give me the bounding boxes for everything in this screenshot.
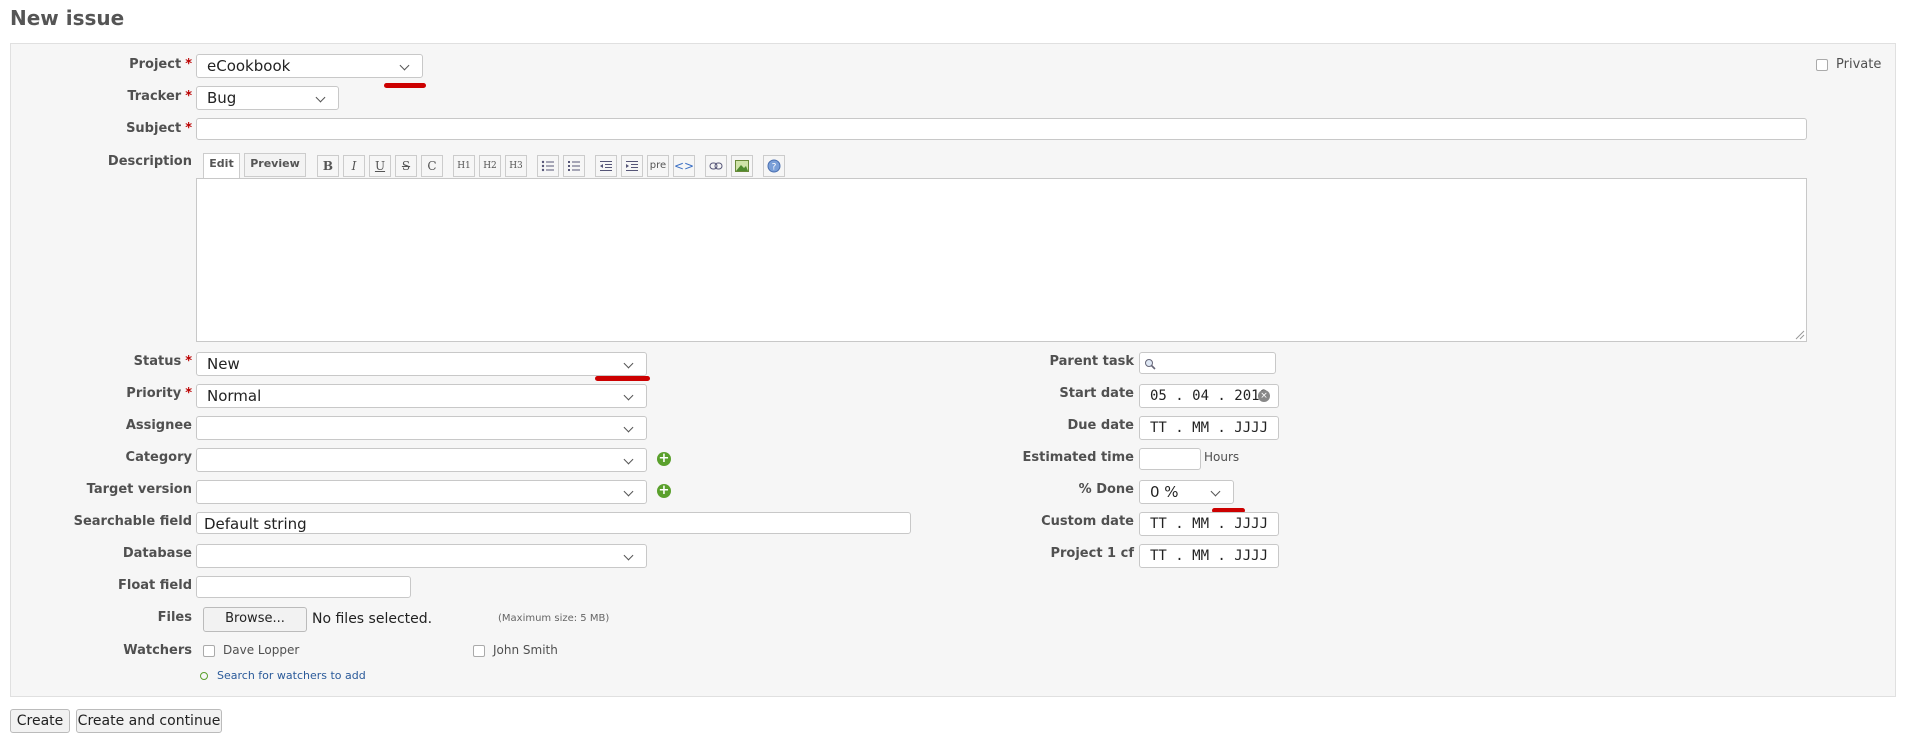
create-button[interactable]: Create [10, 709, 70, 733]
custom-date-input[interactable]: TT . MM . JJJJ [1139, 512, 1279, 536]
watcher-checkbox[interactable] [203, 645, 215, 657]
search-watchers-link[interactable]: Search for watchers to add [217, 669, 366, 682]
strikethrough-button[interactable]: S [395, 155, 417, 177]
indent-icon[interactable] [621, 155, 643, 177]
hours-unit: Hours [1204, 450, 1240, 464]
watcher-checkbox[interactable] [473, 645, 485, 657]
ordered-list-icon[interactable] [563, 155, 585, 177]
svg-text:?: ? [772, 163, 777, 173]
status-label: Status * [133, 354, 192, 369]
priority-label: Priority * [126, 386, 192, 401]
target-version-label: Target version [86, 482, 192, 497]
watcher-name: John Smith [493, 643, 558, 657]
create-and-continue-button[interactable]: Create and continue [76, 709, 222, 733]
tracker-label: Tracker * [127, 89, 192, 104]
image-icon[interactable] [731, 155, 753, 177]
done-select[interactable]: 0 % [1139, 480, 1234, 504]
outdent-icon[interactable] [595, 155, 617, 177]
page-title: New issue [10, 6, 125, 30]
description-textarea[interactable] [196, 178, 1807, 342]
assignee-select[interactable] [196, 416, 647, 440]
annotation-mark [384, 83, 426, 88]
searchable-field-label: Searchable field [73, 514, 192, 529]
custom-date-label: Custom date [1041, 514, 1134, 529]
description-label: Description [107, 154, 192, 169]
done-label: % Done [1078, 482, 1134, 497]
add-category-icon[interactable]: + [657, 452, 671, 466]
project-select[interactable]: eCookbook [196, 54, 423, 78]
priority-select[interactable]: Normal [196, 384, 647, 408]
parent-task-label: Parent task [1049, 354, 1134, 369]
bold-button[interactable]: B [317, 155, 339, 177]
code-block-icon[interactable]: <> [673, 155, 695, 177]
database-label: Database [122, 546, 192, 561]
float-field-label: Float field [118, 578, 192, 593]
private-label: Private [1836, 57, 1882, 72]
parent-task-input[interactable] [1139, 352, 1276, 374]
target-version-select[interactable] [196, 480, 647, 504]
code-inline-button[interactable]: C [421, 155, 443, 177]
category-select[interactable] [196, 448, 647, 472]
private-checkbox[interactable] [1816, 59, 1828, 71]
assignee-label: Assignee [125, 418, 192, 433]
estimated-time-input[interactable] [1139, 448, 1201, 470]
database-select[interactable] [196, 544, 647, 568]
start-date-label: Start date [1059, 386, 1134, 401]
watcher-name: Dave Lopper [223, 643, 300, 657]
pre-button[interactable]: pre [647, 155, 669, 177]
add-version-icon[interactable]: + [657, 484, 671, 498]
watchers-label: Watchers [123, 643, 192, 658]
annotation-mark [595, 376, 650, 381]
resize-handle-icon[interactable] [1795, 330, 1805, 340]
no-files-text: No files selected. [312, 611, 433, 627]
tracker-select[interactable]: Bug [196, 86, 339, 110]
heading3-button[interactable]: H3 [505, 155, 527, 177]
status-select[interactable]: New [196, 352, 647, 376]
browse-button[interactable]: Browse... [203, 607, 307, 632]
due-date-input[interactable]: TT . MM . JJJJ [1139, 416, 1279, 440]
clear-date-icon[interactable]: × [1258, 390, 1270, 402]
project-label: Project * [129, 57, 192, 72]
start-date-input[interactable]: 05 . 04 . 2019 × [1139, 384, 1279, 408]
unordered-list-icon[interactable] [537, 155, 559, 177]
subject-label: Subject * [126, 121, 192, 136]
help-icon[interactable]: ? [763, 155, 785, 177]
float-field-input[interactable] [196, 576, 411, 598]
link-icon[interactable] [705, 155, 727, 177]
italic-button[interactable]: I [343, 155, 365, 177]
category-label: Category [125, 450, 192, 465]
search-icon [1145, 359, 1156, 370]
estimated-time-label: Estimated time [1022, 450, 1134, 465]
subject-input[interactable] [196, 118, 1807, 140]
tab-edit[interactable]: Edit [203, 153, 240, 179]
searchable-field-input[interactable]: Default string [196, 512, 911, 534]
project1cf-label: Project 1 cf [1050, 546, 1134, 561]
files-label: Files [157, 610, 192, 625]
heading2-button[interactable]: H2 [479, 155, 501, 177]
underline-button[interactable]: U [369, 155, 391, 177]
project1cf-input[interactable]: TT . MM . JJJJ [1139, 544, 1279, 568]
add-watcher-icon [200, 672, 208, 680]
tab-preview[interactable]: Preview [244, 153, 306, 177]
due-date-label: Due date [1067, 418, 1135, 433]
max-size-text: (Maximum size: 5 MB) [498, 613, 610, 624]
heading1-button[interactable]: H1 [453, 155, 475, 177]
